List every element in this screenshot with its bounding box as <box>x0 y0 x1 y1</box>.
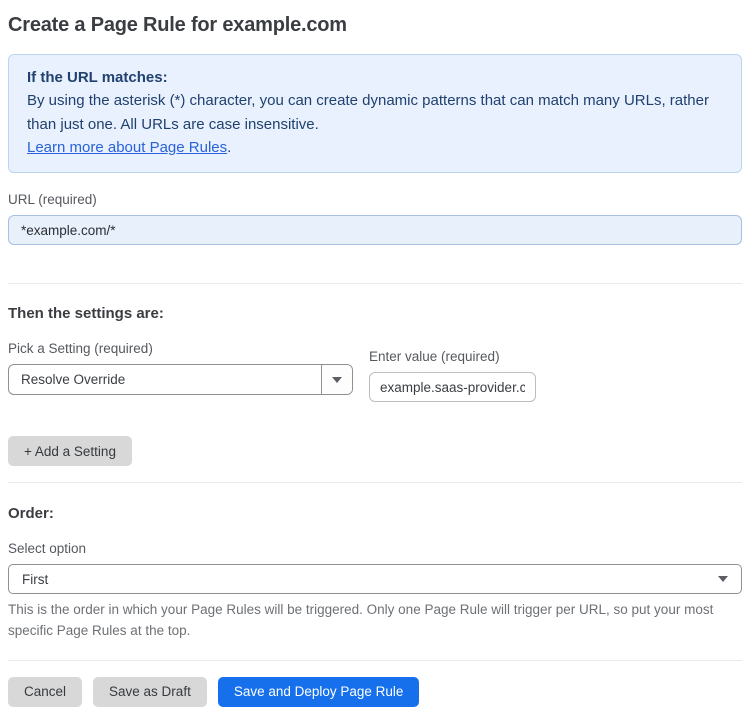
info-callout-link-line: Learn more about Page Rules. <box>27 136 723 159</box>
info-callout-heading: If the URL matches: <box>27 69 168 86</box>
setting-picker-group: Pick a Setting (required) Resolve Overri… <box>8 324 353 395</box>
order-select-label: Select option <box>8 541 87 556</box>
divider <box>8 659 742 661</box>
setting-select-arrow-button[interactable] <box>321 365 352 394</box>
chevron-down-icon <box>332 376 342 383</box>
chevron-down-icon <box>718 576 728 582</box>
cancel-button[interactable]: Cancel <box>8 676 83 707</box>
setting-select-value: Resolve Override <box>21 372 126 387</box>
page-title: Create a Page Rule for example.com <box>8 14 347 36</box>
setting-picker-label: Pick a Setting (required) <box>8 341 153 356</box>
settings-section-heading: Then the settings are: <box>8 305 164 322</box>
learn-more-link[interactable]: Learn more about Page Rules <box>27 139 227 156</box>
setting-value-group: Enter value (required) <box>369 324 536 402</box>
settings-row: Pick a Setting (required) Resolve Overri… <box>8 324 742 402</box>
setting-value-label: Enter value (required) <box>369 349 500 364</box>
save-as-draft-button[interactable]: Save as Draft <box>93 676 207 707</box>
info-callout-body: By using the asterisk (*) character, you… <box>27 92 709 133</box>
order-section-heading: Order: <box>8 505 54 522</box>
setting-value-input[interactable] <box>369 372 536 402</box>
order-select[interactable]: First <box>8 564 742 594</box>
link-suffix: . <box>227 138 232 156</box>
url-input[interactable] <box>8 215 742 245</box>
save-and-deploy-button[interactable]: Save and Deploy Page Rule <box>217 676 420 707</box>
url-field-label: URL (required) <box>8 192 97 207</box>
divider <box>8 482 742 483</box>
divider <box>8 283 742 284</box>
order-help-text: This is the order in which your Page Rul… <box>8 602 714 638</box>
add-setting-button[interactable]: + Add a Setting <box>8 436 132 466</box>
order-select-value: First <box>22 571 49 587</box>
setting-select[interactable]: Resolve Override <box>8 364 353 395</box>
footer-actions: Cancel Save as Draft Save and Deploy Pag… <box>8 676 742 707</box>
url-match-info-callout: If the URL matches: By using the asteris… <box>8 54 742 173</box>
